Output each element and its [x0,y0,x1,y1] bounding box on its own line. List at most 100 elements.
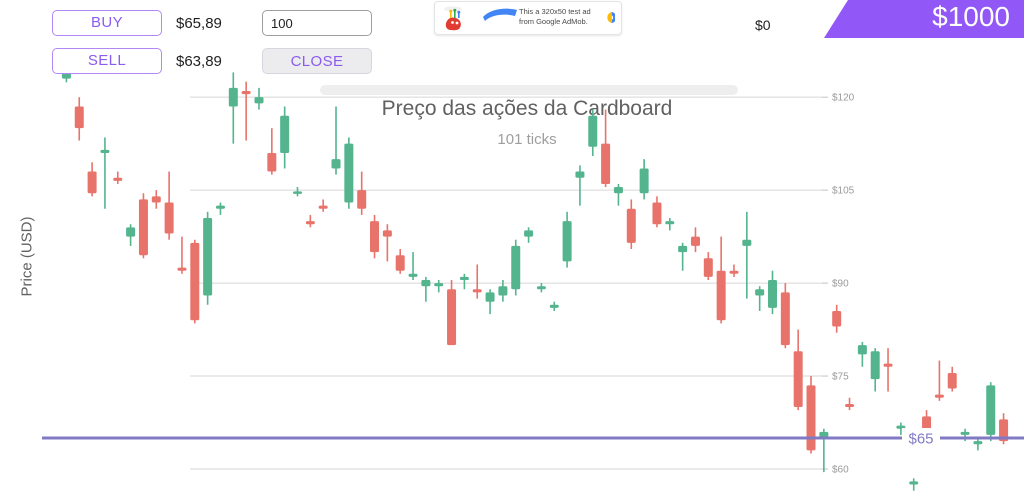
candle-body [729,270,739,274]
candle-body [421,280,431,287]
candle-body [562,221,572,262]
quantity-input[interactable] [262,10,372,36]
candle-body [549,304,559,308]
candle-body [575,171,585,178]
admob-logo-icon [607,11,615,24]
candle-body [511,245,521,290]
candle-body [498,286,508,296]
candle-body [228,87,238,107]
candle-body [960,431,970,435]
candle-body [780,292,790,346]
sell-price: $63,89 [176,52,222,70]
candle-body [126,227,136,237]
candle-body [434,283,444,287]
sell-button[interactable]: SELL [52,48,162,74]
candle-body [973,441,983,445]
ad-text-line1: This a 320x50 test ad [519,7,591,16]
candle-body [678,245,688,253]
y-axis-label: Price (USD) [18,216,36,297]
candle-body [331,159,341,169]
candle-body [241,90,251,95]
candle-body [305,221,315,225]
ad-ribbon-icon [483,8,517,21]
chart-title: Preço das ações da Cardboard [382,97,673,120]
candle-body [280,115,290,153]
ad-text-block: This a 320x50 test ad from Google AdMob. [519,7,597,27]
y-tick-label: $60 [832,465,849,476]
candle-body [395,255,405,271]
candle-body [524,230,534,237]
y-tick-label: $120 [832,93,855,104]
candle-body [138,199,148,256]
trading-toolbar: BUY $65,89 SELL $63,89 CLOSE [0,0,372,84]
candle-body [408,273,418,277]
candle-body [151,196,161,203]
candle-body [909,481,919,485]
candle-body [254,97,264,104]
candle-body [703,258,713,277]
candle-body [164,202,174,234]
candle-body [344,143,354,203]
candle-body [267,152,277,172]
ad-text-line2: from Google AdMob. [519,17,588,26]
ad-mascot-icon [444,6,462,31]
candle-body [74,106,84,129]
balance-amount: $1000 [932,1,1010,32]
candle-body [87,171,97,194]
candle-body [934,394,944,398]
candle-body [755,289,765,296]
candle-body [536,286,546,290]
candle-body [986,385,996,435]
candle-body [742,239,752,246]
candle-body [793,351,803,408]
candle-body [613,187,623,194]
sell-row: SELL $63,89 CLOSE [52,46,372,76]
candle-body [485,292,495,302]
close-position-button[interactable]: CLOSE [262,48,372,74]
candle-body [626,208,636,243]
candle-body [113,177,123,181]
candle-body [716,270,726,321]
candle-body [447,289,457,346]
price-marker-label: $65 [908,431,933,448]
candle-body [190,242,200,321]
buy-button[interactable]: BUY [52,10,162,36]
buy-row: BUY $65,89 [52,8,372,38]
zero-balance-label: $0 [755,17,771,33]
candle-body [768,280,777,308]
candle-body [370,221,380,253]
candle-body [870,351,880,380]
y-tick-label: $90 [832,279,849,290]
y-tick-labels-group: $60 $75 $90 $105 $120 [832,93,855,476]
candle-body [832,310,842,327]
candle-body [665,221,675,225]
admob-test-ad-banner[interactable]: This a 320x50 test ad from Google AdMob. [434,1,622,35]
candle-body [947,372,957,389]
candle-body [588,115,598,147]
candle-body [845,403,855,408]
candle-body [639,168,649,194]
candle-body [382,230,392,237]
buy-price: $65,89 [176,14,222,32]
candle-body [203,218,213,296]
candle-body [883,363,893,367]
candle-body [357,190,367,209]
title-highlight-band [320,85,738,95]
chart-subtitle: 101 ticks [497,131,556,148]
candle-body [177,267,187,271]
candle-body [806,385,816,451]
price-marker-line-group: $65 [42,428,1024,449]
y-tick-label: $105 [832,186,855,197]
candle-body [652,202,662,225]
candle-body [215,205,225,209]
candle-body [601,143,611,184]
candle-body [690,236,700,246]
y-tick-label: $75 [832,372,849,383]
candle-body [857,345,867,355]
candle-body [472,289,482,293]
candle-body [100,149,110,153]
candle-body [293,191,302,194]
candle-body [318,205,328,209]
balance-banner: $1000 [824,0,1024,38]
candle-body [459,276,469,280]
